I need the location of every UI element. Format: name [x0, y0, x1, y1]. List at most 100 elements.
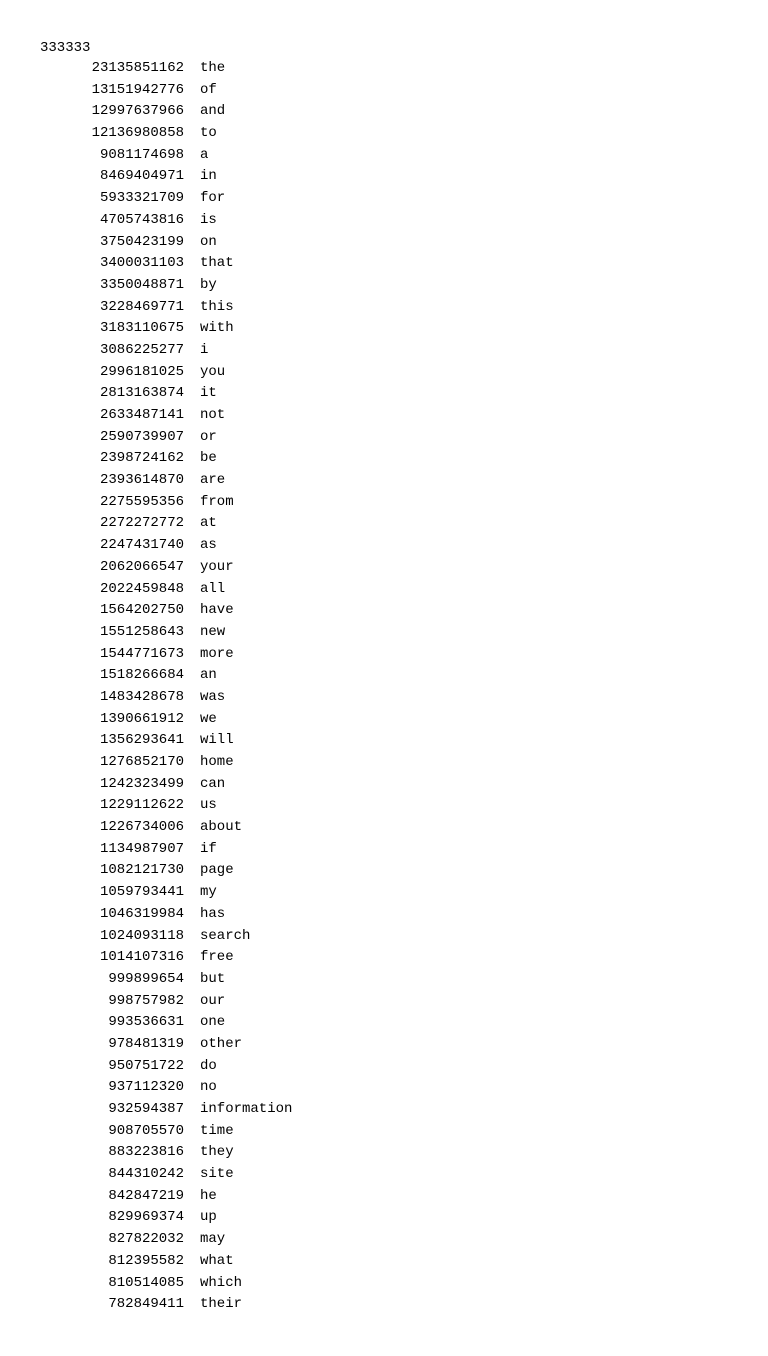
row-word: page	[200, 860, 234, 882]
table-row: 5933321709for	[40, 188, 728, 210]
row-number: 2996181025	[40, 362, 200, 384]
row-number: 1242323499	[40, 774, 200, 796]
table-row: 9081174698a	[40, 145, 728, 167]
row-number: 1226734006	[40, 817, 200, 839]
table-row: 3228469771this	[40, 297, 728, 319]
table-row: 2247431740as	[40, 535, 728, 557]
row-number: 1518266684	[40, 665, 200, 687]
row-word: to	[200, 123, 217, 145]
row-number: 2275595356	[40, 492, 200, 514]
table-row: 2398724162be	[40, 448, 728, 470]
row-word: up	[200, 1207, 217, 1229]
row-word: i	[200, 340, 208, 362]
row-word: their	[200, 1294, 242, 1316]
table-row: 2590739907or	[40, 427, 728, 449]
table-row: 827822032may	[40, 1229, 728, 1251]
row-word: all	[200, 579, 225, 601]
table-row: 3350048871by	[40, 275, 728, 297]
row-word: can	[200, 774, 225, 796]
table-row: 12997637966and	[40, 101, 728, 123]
row-number: 23135851162	[40, 58, 200, 80]
table-row: 4705743816is	[40, 210, 728, 232]
row-number: 3350048871	[40, 275, 200, 297]
row-word: the	[200, 58, 225, 80]
row-word: are	[200, 470, 225, 492]
row-word: other	[200, 1034, 242, 1056]
top-label: 333333	[40, 40, 728, 56]
row-word: what	[200, 1251, 234, 1273]
table-row: 1390661912we	[40, 709, 728, 731]
row-word: or	[200, 427, 217, 449]
table-row: 1551258643new	[40, 622, 728, 644]
row-number: 4705743816	[40, 210, 200, 232]
row-number: 908705570	[40, 1121, 200, 1143]
table-row: 999899654but	[40, 969, 728, 991]
row-number: 2813163874	[40, 383, 200, 405]
row-number: 810514085	[40, 1273, 200, 1295]
row-word: was	[200, 687, 225, 709]
row-number: 812395582	[40, 1251, 200, 1273]
row-number: 883223816	[40, 1142, 200, 1164]
row-number: 827822032	[40, 1229, 200, 1251]
row-word: free	[200, 947, 234, 969]
row-number: 782849411	[40, 1294, 200, 1316]
row-word: at	[200, 513, 217, 535]
row-word: and	[200, 101, 225, 123]
table-row: 3086225277i	[40, 340, 728, 362]
table-row: 1134987907if	[40, 839, 728, 861]
row-number: 2272272772	[40, 513, 200, 535]
row-number: 1276852170	[40, 752, 200, 774]
row-word: my	[200, 882, 217, 904]
table-row: 1082121730page	[40, 860, 728, 882]
row-word: as	[200, 535, 217, 557]
row-number: 1390661912	[40, 709, 200, 731]
table-row: 2275595356from	[40, 492, 728, 514]
row-word: you	[200, 362, 225, 384]
row-word: we	[200, 709, 217, 731]
table-row: 1226734006about	[40, 817, 728, 839]
row-word: with	[200, 318, 234, 340]
row-word: it	[200, 383, 217, 405]
table-row: 810514085which	[40, 1273, 728, 1295]
row-word: on	[200, 232, 217, 254]
row-number: 993536631	[40, 1012, 200, 1034]
table-row: 1518266684an	[40, 665, 728, 687]
row-number: 829969374	[40, 1207, 200, 1229]
row-number: 1229112622	[40, 795, 200, 817]
row-word: time	[200, 1121, 234, 1143]
table-row: 1242323499can	[40, 774, 728, 796]
row-number: 1014107316	[40, 947, 200, 969]
row-number: 844310242	[40, 1164, 200, 1186]
row-word: that	[200, 253, 234, 275]
table-row: 932594387information	[40, 1099, 728, 1121]
table-row: 937112320no	[40, 1077, 728, 1099]
row-number: 2590739907	[40, 427, 200, 449]
row-word: they	[200, 1142, 234, 1164]
row-word: will	[200, 730, 234, 752]
row-number: 1564202750	[40, 600, 200, 622]
row-word: information	[200, 1099, 292, 1121]
table-row: 2062066547your	[40, 557, 728, 579]
row-word: a	[200, 145, 208, 167]
table-row: 993536631one	[40, 1012, 728, 1034]
row-number: 3183110675	[40, 318, 200, 340]
data-table: 23135851162the13151942776of12997637966an…	[40, 58, 728, 1316]
row-number: 1544771673	[40, 644, 200, 666]
row-word: in	[200, 166, 217, 188]
row-number: 13151942776	[40, 80, 200, 102]
row-number: 1551258643	[40, 622, 200, 644]
row-word: which	[200, 1273, 242, 1295]
row-number: 9081174698	[40, 145, 200, 167]
row-number: 2247431740	[40, 535, 200, 557]
row-word: may	[200, 1229, 225, 1251]
row-word: is	[200, 210, 217, 232]
row-number: 1059793441	[40, 882, 200, 904]
row-word: home	[200, 752, 234, 774]
table-row: 2393614870are	[40, 470, 728, 492]
table-row: 23135851162the	[40, 58, 728, 80]
row-word: has	[200, 904, 225, 926]
row-number: 12136980858	[40, 123, 200, 145]
row-word: about	[200, 817, 242, 839]
row-number: 5933321709	[40, 188, 200, 210]
row-number: 1082121730	[40, 860, 200, 882]
